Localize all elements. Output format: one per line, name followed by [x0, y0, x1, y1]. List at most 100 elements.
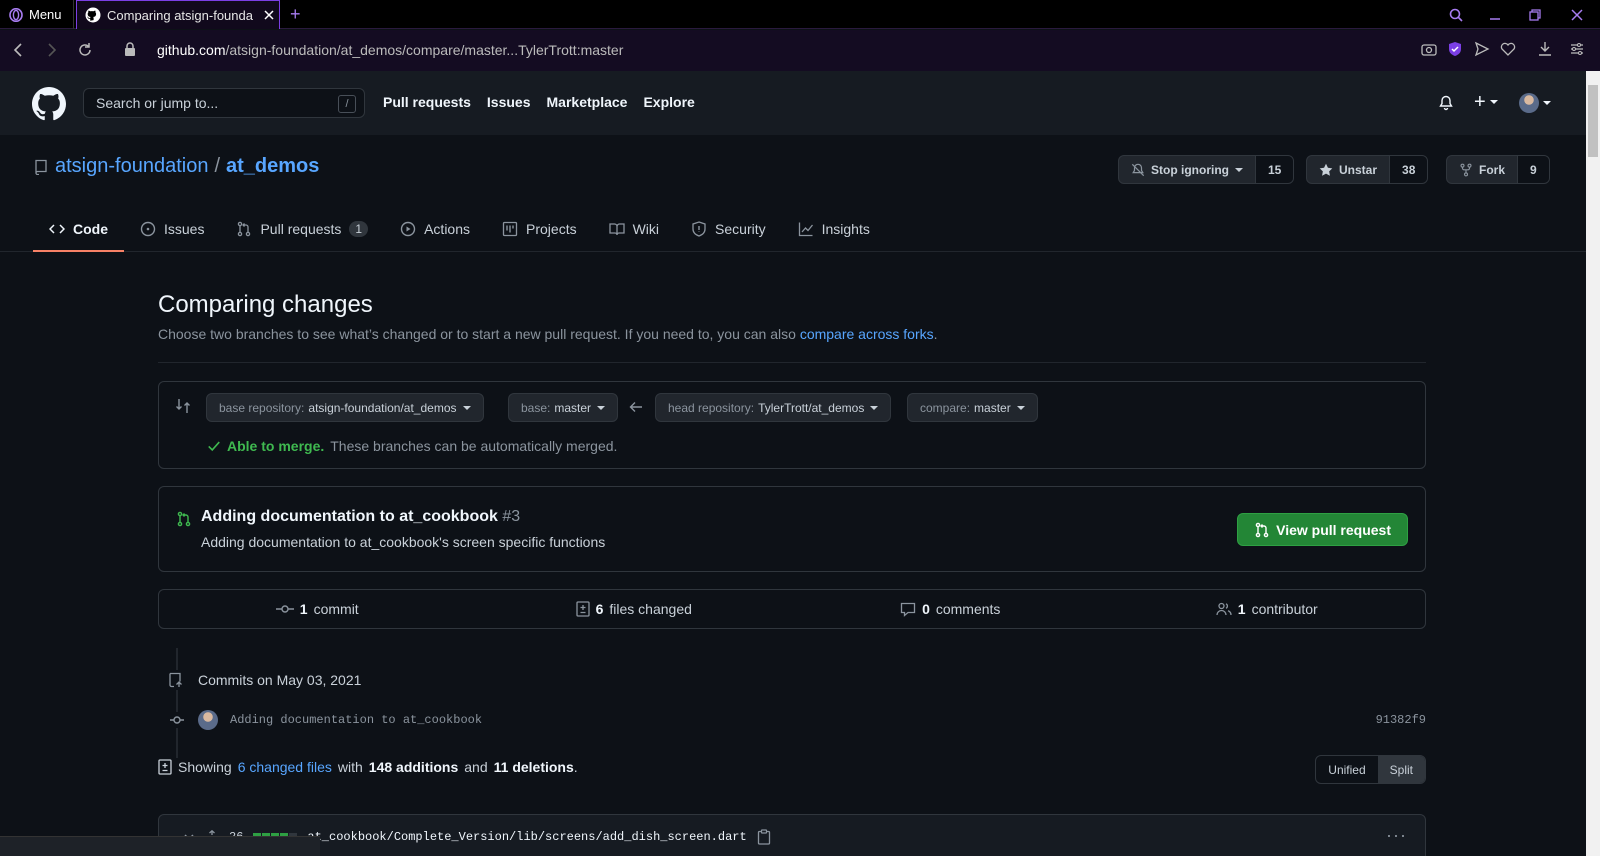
nav-explore[interactable]: Explore — [643, 94, 694, 110]
commits-date-heading: Commits on May 03, 2021 — [198, 672, 362, 688]
new-tab-icon[interactable]: + — [290, 5, 301, 23]
pull-request-number: #3 — [502, 508, 521, 525]
back-icon[interactable] — [12, 41, 26, 59]
tab-issues-label: Issues — [164, 220, 205, 237]
vpn-shield-icon[interactable] — [1448, 41, 1462, 57]
send-icon[interactable] — [1474, 41, 1490, 57]
watch-button[interactable]: Stop ignoring — [1119, 156, 1255, 183]
browser-menu-button[interactable]: Menu — [0, 0, 74, 29]
restore-icon[interactable] — [1523, 4, 1547, 26]
nav-pull-requests[interactable]: Pull requests — [383, 94, 471, 110]
search-tabs-icon[interactable] — [1444, 4, 1468, 26]
download-icon[interactable] — [1538, 41, 1552, 57]
heart-icon[interactable] — [1500, 41, 1516, 57]
nav-issues[interactable]: Issues — [487, 94, 531, 110]
stat-comments[interactable]: 0 comments — [792, 590, 1109, 628]
base-branch-select[interactable]: base: master — [508, 393, 619, 422]
browser-tab-bar: Menu Comparing atsign-foundat + — [0, 0, 1600, 29]
head-repository-value: TylerTrott/at_demos — [758, 400, 865, 415]
menu-label: Menu — [29, 7, 62, 22]
tab-projects[interactable]: Projects — [486, 207, 593, 252]
tab-actions[interactable]: Actions — [384, 207, 486, 252]
unified-view-button[interactable]: Unified — [1316, 756, 1377, 783]
compare-arrows-icon[interactable] — [175, 398, 191, 414]
base-repository-select[interactable]: base repository: atsign-foundation/at_dem… — [206, 393, 484, 422]
scrollbar-thumb[interactable] — [1588, 85, 1598, 157]
tab-issues[interactable]: Issues — [124, 207, 220, 252]
summary-with: with — [337, 759, 363, 775]
pull-request-subtitle: Adding documentation to at_cookbook's sc… — [201, 534, 606, 550]
chevron-down-icon — [597, 405, 606, 410]
browser-tab-active[interactable]: Comparing atsign-foundat — [76, 0, 280, 29]
snapshot-icon[interactable] — [1421, 41, 1437, 57]
close-tab-icon[interactable] — [259, 10, 279, 20]
fork-count[interactable]: 9 — [1517, 156, 1549, 183]
repo-header: atsign-foundation / at_demos Stop ignori… — [0, 135, 1586, 252]
divider — [158, 362, 1426, 363]
compare-branch-select[interactable]: compare: master — [907, 393, 1038, 422]
split-view-button[interactable]: Split — [1377, 756, 1425, 783]
star-count[interactable]: 38 — [1389, 156, 1428, 183]
url-path: /atsign-foundation/at_demos/compare/mast… — [225, 42, 624, 58]
user-avatar[interactable] — [1519, 93, 1539, 113]
graph-icon — [798, 221, 814, 237]
summary-showing: Showing — [178, 759, 232, 775]
page-scrollbar[interactable] — [1586, 71, 1600, 856]
tab-wiki[interactable]: Wiki — [593, 207, 675, 252]
issue-opened-icon — [140, 221, 156, 237]
url-host: github.com — [157, 42, 226, 58]
commit-author-avatar[interactable] — [198, 710, 218, 730]
base-branch-value: master — [554, 400, 592, 415]
tab-code[interactable]: Code — [33, 207, 124, 252]
settings-sliders-icon[interactable] — [1570, 41, 1584, 57]
reload-icon[interactable] — [77, 41, 93, 59]
fork-button[interactable]: Fork — [1447, 156, 1517, 183]
merge-status-text: These branches can be automatically merg… — [330, 438, 618, 454]
forward-icon[interactable] — [44, 41, 58, 59]
notifications-bell-icon[interactable] — [1438, 95, 1454, 111]
fork-button-group: Fork 9 — [1446, 155, 1550, 184]
base-branch-label: base: — [521, 400, 551, 415]
compare-across-forks-link[interactable]: compare across forks — [800, 326, 934, 342]
url-field[interactable]: github.com/atsign-foundation/at_demos/co… — [157, 42, 623, 58]
unstar-button[interactable]: Unstar — [1307, 156, 1389, 183]
tab-insights[interactable]: Insights — [782, 207, 886, 252]
repo-owner-link[interactable]: atsign-foundation — [55, 155, 208, 178]
existing-pull-request: Adding documentation to at_cookbook #3 A… — [158, 486, 1426, 572]
stat-contributors[interactable]: 1 contributor — [1109, 590, 1426, 628]
repo-name-link[interactable]: at_demos — [226, 155, 319, 178]
summary-and: and — [464, 759, 488, 775]
nav-marketplace[interactable]: Marketplace — [547, 94, 628, 110]
github-header: Search or jump to... / Pull requests Iss… — [0, 71, 1586, 135]
pull-request-title[interactable]: Adding documentation to at_cookbook #3 — [201, 508, 520, 526]
close-window-icon[interactable] — [1565, 4, 1589, 26]
tab-insights-label: Insights — [821, 220, 870, 237]
watch-label: Stop ignoring — [1151, 162, 1229, 177]
file-path-link[interactable]: at_cookbook/Complete_Version/lib/screens… — [307, 830, 746, 844]
tab-pull-requests[interactable]: Pull requests 1 — [220, 207, 384, 252]
opera-icon — [9, 7, 23, 22]
clipboard-icon[interactable] — [757, 829, 771, 845]
github-logo-icon[interactable] — [32, 87, 66, 121]
git-pull-request-icon — [236, 221, 252, 237]
stat-files[interactable]: 6 files changed — [476, 590, 793, 628]
commit-message-link[interactable]: Adding documentation to at_cookbook — [230, 713, 482, 727]
avatar-chevron-down-icon[interactable] — [1543, 101, 1551, 105]
chevron-down-icon — [1234, 167, 1243, 172]
create-new-dropdown[interactable]: + — [1474, 92, 1498, 112]
stat-commits[interactable]: 1 commit — [159, 590, 476, 628]
changed-files-link[interactable]: 6 changed files — [238, 759, 332, 775]
base-repository-label: base repository: — [219, 400, 305, 415]
minimize-icon[interactable] — [1483, 4, 1507, 26]
commit-sha-link[interactable]: 91382f9 — [1376, 713, 1426, 727]
tab-security[interactable]: Security — [675, 207, 782, 252]
file-options-kebab-icon[interactable]: ··· — [1386, 825, 1407, 846]
view-pull-request-button[interactable]: View pull request — [1237, 513, 1408, 546]
watch-button-group: Stop ignoring 15 — [1118, 155, 1295, 184]
browser-status-bar — [0, 836, 320, 856]
watch-count[interactable]: 15 — [1254, 156, 1294, 183]
diff-view-toggle: Unified Split — [1315, 755, 1426, 784]
search-input[interactable]: Search or jump to... / — [83, 88, 365, 118]
head-repository-select[interactable]: head repository: TylerTrott/at_demos — [655, 393, 892, 422]
deletions-count: 11 deletions — [493, 759, 574, 775]
